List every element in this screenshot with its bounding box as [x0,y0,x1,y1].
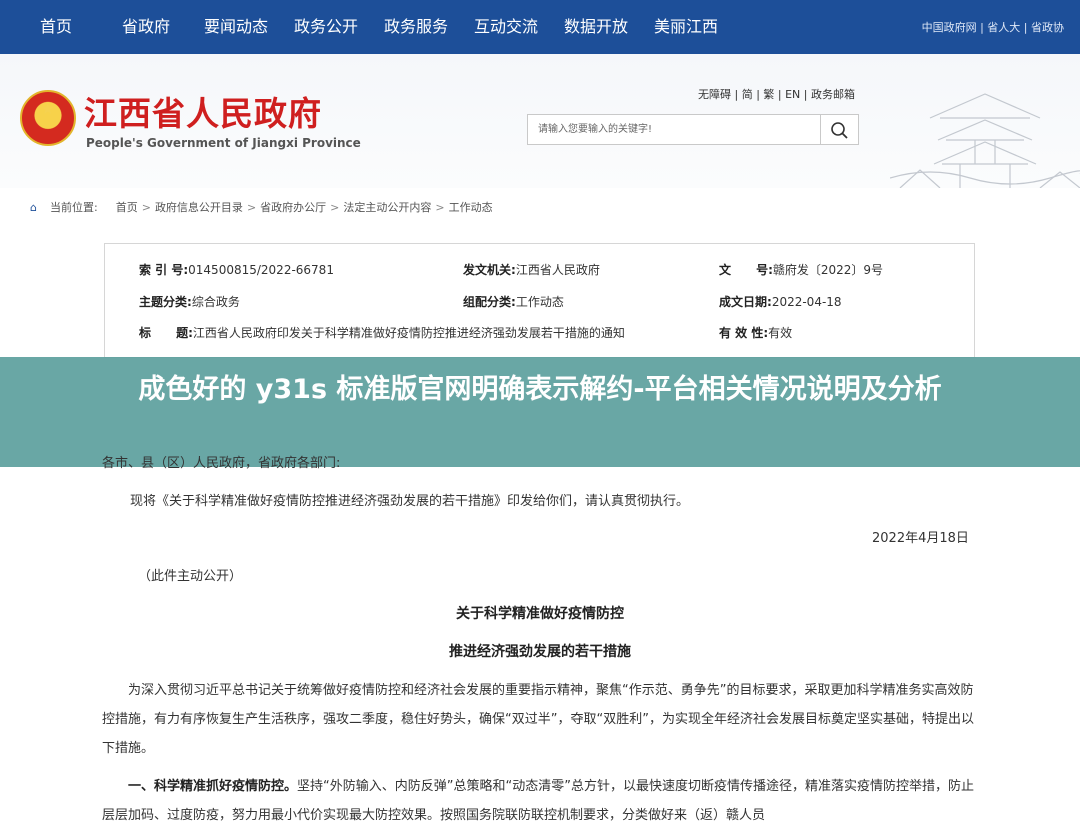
document-heading-line-1: 关于科学精准做好疫情防控 [456,606,624,622]
star-icon: ★ [41,100,55,118]
breadcrumb-item-catalog[interactable]: 政府信息公开目录 [155,201,243,214]
nav-item-home[interactable]: 首页 [40,17,72,37]
top-external-links[interactable]: 中国政府网 | 省人大 | 省政协 [922,19,1064,35]
nav-item-gov-affairs-open[interactable]: 政务公开 [294,17,358,37]
breadcrumb-separator: > [141,201,151,214]
meta-date: 成文日期:2022-04-18 [719,295,842,309]
site-name[interactable]: 江西省人民政府 [84,94,322,134]
breadcrumb-item-home[interactable]: 首页 [116,201,138,214]
search-input[interactable]: 请输入您要输入的关键字! [527,114,821,145]
meta-title: 标 题:江西省人民政府印发关于科学精准做好疫情防控推进经济强劲发展若干措施的通知 [139,326,625,340]
nav-item-news[interactable]: 要闻动态 [204,17,268,37]
document-paragraph-2: 一、科学精准抓好疫情防控。坚持“外防输入、内防反弹”总策略和“动态清零”总方针，… [102,779,974,823]
utility-links[interactable]: 无障碍 | 简 | 繁 | EN | 政务邮箱 [698,86,855,102]
breadcrumb-item-work-updates[interactable]: 工作动态 [449,201,493,214]
breadcrumb-separator: > [246,201,257,214]
meta-issuer: 发文机关:江西省人民政府 [463,263,600,277]
site-header: ★ 江西省人民政府 People's Government of Jiangxi… [0,54,1080,188]
meta-index-number: 索 引 号:014500815/2022-66781 [139,263,334,277]
breadcrumb-label: 当前位置: [50,201,98,214]
top-nav-bar: 首页 省政府 要闻动态 政务公开 政务服务 互动交流 数据开放 美丽江西 中国政… [0,0,1080,54]
national-emblem-icon: ★ [20,90,76,146]
document-metadata-box: 索 引 号:014500815/2022-66781 发文机关:江西省人民政府 … [104,243,975,358]
search-icon [831,122,848,139]
meta-topic: 主题分类:综合政务 [139,295,240,309]
breadcrumb-separator: > [330,201,340,214]
meta-category: 组配分类:工作动态 [463,295,564,309]
banner-title: 成色好的 y31s 标准版官网明确表示解约-平台相关情况说明及分析 [138,374,942,405]
document-addressee: 各市、县（区）人民政府，省政府各部门: [102,456,341,471]
nav-item-beautiful-jiangxi[interactable]: 美丽江西 [654,17,718,37]
document-paragraph-1: 为深入贯彻习近平总书记关于统筹做好疫情防控和经济社会发展的重要指示精神，聚焦“作… [102,683,974,756]
meta-validity: 有 效 性:有效 [719,326,793,340]
document-date: 2022年4月18日 [872,531,969,546]
nav-item-province-gov[interactable]: 省政府 [122,17,170,37]
document-intro: 现将《关于科学精准做好疫情防控推进经济强劲发展的若干措施》印发给你们，请认真贯彻… [130,494,690,509]
breadcrumb: ⌂ 当前位置: 首页 > 政府信息公开目录 > 省政府办公厅 > 法定主动公开内容 > 工作动态 [30,199,493,215]
nav-item-gov-services[interactable]: 政务服务 [384,17,448,37]
breadcrumb-separator: > [435,201,445,214]
breadcrumb-item-general-office[interactable]: 省政府办公厅 [260,201,326,214]
site-name-english: People's Government of Jiangxi Province [86,136,361,150]
disclosure-note: （此件主动公开） [138,569,243,584]
pavilion-illustration-icon [890,93,1080,188]
nav-item-interaction[interactable]: 互动交流 [474,17,538,37]
search-button[interactable] [821,114,859,145]
nav-item-open-data[interactable]: 数据开放 [564,17,628,37]
document-heading-line-2: 推进经济强劲发展的若干措施 [449,644,631,660]
meta-document-number: 文 号:赣府发〔2022〕9号 [719,263,884,277]
home-icon: ⌂ [30,201,37,214]
breadcrumb-item-statutory-content[interactable]: 法定主动公开内容 [343,201,431,214]
